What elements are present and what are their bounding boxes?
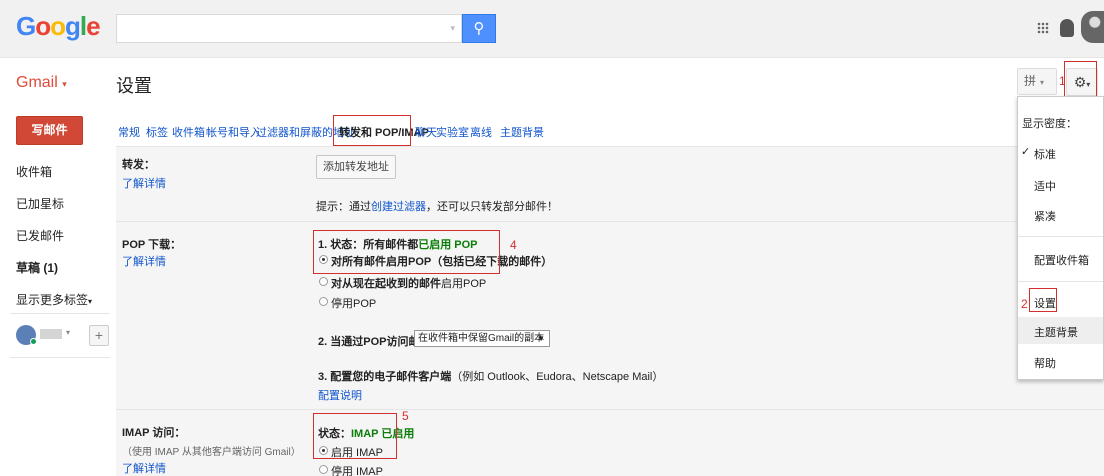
add-contact-button[interactable]: + — [89, 325, 109, 346]
imap-note: （使用 IMAP 从其他客户端访问 Gmail） — [122, 447, 301, 458]
tab-accounts-import[interactable]: 帐号和导入 — [206, 124, 261, 140]
online-status-icon — [30, 338, 37, 345]
imap-label: IMAP 访问： — [122, 427, 186, 439]
apps-icon[interactable] — [1037, 22, 1049, 34]
gmail-menu[interactable]: Gmail ▾ — [16, 74, 67, 92]
pop-disable-radio[interactable] — [319, 297, 328, 306]
pop-disable-label[interactable]: 停用POP — [331, 295, 376, 311]
pop-from-now-radio[interactable] — [319, 277, 328, 286]
sidebar-item-inbox[interactable]: 收件箱 — [16, 163, 52, 180]
tab-themes[interactable]: 主题背景 — [500, 124, 544, 140]
notifications-icon[interactable] — [1060, 19, 1074, 37]
annotation-step-2: 2 — [1021, 297, 1028, 311]
pop-from-now-prefix: 对从现在起收到的 — [331, 278, 419, 290]
sidebar-item-drafts[interactable]: 草稿 (1) — [16, 259, 58, 276]
sidebar-item-sent[interactable]: 已发邮件 — [16, 227, 64, 244]
page-title: 设置 — [116, 76, 152, 96]
tab-inbox[interactable]: 收件箱 — [172, 124, 205, 140]
density-compact-item[interactable]: 紧凑 — [1034, 208, 1056, 224]
chevron-down-icon[interactable]: ▾ — [66, 328, 70, 337]
pop-access-select[interactable]: 在收件箱中保留Gmail的副本 ▼ — [414, 330, 550, 347]
pop-from-now-suffix: 启用POP — [441, 278, 487, 290]
sidebar-divider — [10, 313, 110, 314]
tab-labs[interactable]: 实验室 — [436, 124, 469, 140]
tab-chat[interactable]: 聊天 — [415, 124, 437, 140]
google-logo[interactable]: Google — [16, 11, 101, 42]
configure-inbox-item[interactable]: 配置收件箱 — [1034, 252, 1089, 268]
search-button[interactable]: ⚲ — [462, 14, 496, 43]
create-filter-link[interactable]: 创建过滤器 — [371, 201, 426, 213]
pop-from-now-bold: 邮件 — [419, 278, 441, 290]
pop-label: POP 下载： — [122, 239, 182, 251]
hangouts-user-name — [40, 329, 62, 339]
menu-divider — [1018, 281, 1103, 282]
tip-suffix: ，还可以只转发部分邮件！ — [426, 201, 558, 213]
imap-learn-more-link[interactable]: 了解详情 — [122, 460, 166, 476]
annotation-box-settings — [1029, 288, 1057, 312]
forwarding-label: 转发： — [122, 159, 155, 171]
pop-learn-more-link[interactable]: 了解详情 — [122, 253, 166, 269]
pop-client-config: 3. 配置您的电子邮件客户端（例如 Outlook、Eudora、Netscap… — [318, 368, 663, 384]
annotation-box-tab — [333, 115, 411, 146]
pop-from-now-label[interactable]: 对从现在起收到的邮件启用POP — [331, 275, 486, 291]
logo-letter: o — [35, 11, 51, 41]
search-icon: ⚲ — [473, 20, 485, 37]
chevron-down-icon: ▾ — [62, 79, 67, 89]
logo-letter: e — [86, 11, 101, 41]
compose-button[interactable]: 写邮件 — [16, 116, 83, 145]
imap-disable-label[interactable]: 停用 IMAP — [331, 463, 383, 476]
logo-letter: g — [65, 11, 81, 41]
search-input[interactable]: ▾ — [116, 14, 462, 43]
tip-prefix: 提示：通过 — [316, 201, 371, 213]
sidebar-item-more-labels[interactable]: 显示更多标签▾ — [16, 291, 92, 308]
pop-access-selected: 在收件箱中保留Gmail的副本 — [418, 333, 545, 344]
forwarding-learn-more-link[interactable]: 了解详情 — [122, 175, 166, 191]
input-tools-label: 拼 — [1024, 74, 1037, 88]
gmail-brand-label: Gmail — [16, 74, 58, 91]
tab-general[interactable]: 常规 — [118, 124, 140, 140]
check-icon: ✓ — [1021, 146, 1031, 158]
logo-letter: G — [16, 11, 36, 41]
account-avatar[interactable] — [1081, 11, 1104, 43]
sidebar-item-starred[interactable]: 已加星标 — [16, 195, 64, 212]
sidebar-divider — [10, 357, 110, 358]
density-comfortable-item[interactable]: 适中 — [1034, 178, 1056, 194]
annotation-step-4: 4 — [510, 238, 517, 252]
chevron-down-icon: ▾ — [1040, 78, 1045, 87]
tab-labels[interactable]: 标签 — [146, 124, 168, 140]
more-labels-label: 显示更多标签 — [16, 293, 89, 307]
annotation-step-5: 5 — [402, 409, 409, 423]
add-forwarding-address-button[interactable]: 添加转发地址 — [316, 155, 396, 179]
annotation-box-imap — [313, 413, 397, 459]
pop-client-label: 3. 配置您的电子邮件客户端 — [318, 371, 452, 383]
input-tools-button[interactable]: 拼 ▾ — [1017, 68, 1057, 95]
chevron-down-icon: ▼ — [537, 334, 545, 343]
logo-letter: o — [50, 11, 66, 41]
density-title: 显示密度： — [1022, 118, 1077, 130]
density-standard-item[interactable]: 标准 — [1034, 146, 1056, 162]
themes-item[interactable]: 主题背景 — [1034, 324, 1078, 340]
annotation-box-gear — [1064, 61, 1097, 99]
chevron-down-icon: ▾ — [88, 297, 93, 306]
menu-divider — [1018, 236, 1103, 237]
forwarding-section — [116, 146, 1104, 221]
annotation-box-pop — [313, 230, 500, 274]
search-options-icon[interactable]: ▾ — [450, 23, 455, 34]
forwarding-tip: 提示：通过创建过滤器，还可以只转发部分邮件！ — [316, 198, 558, 214]
tab-offline[interactable]: 离线 — [470, 124, 492, 140]
help-item[interactable]: 帮助 — [1034, 355, 1056, 371]
pop-client-hint: （例如 Outlook、Eudora、Netscape Mail） — [451, 371, 664, 383]
imap-disable-radio[interactable] — [319, 465, 328, 474]
config-instructions-link[interactable]: 配置说明 — [318, 387, 362, 403]
